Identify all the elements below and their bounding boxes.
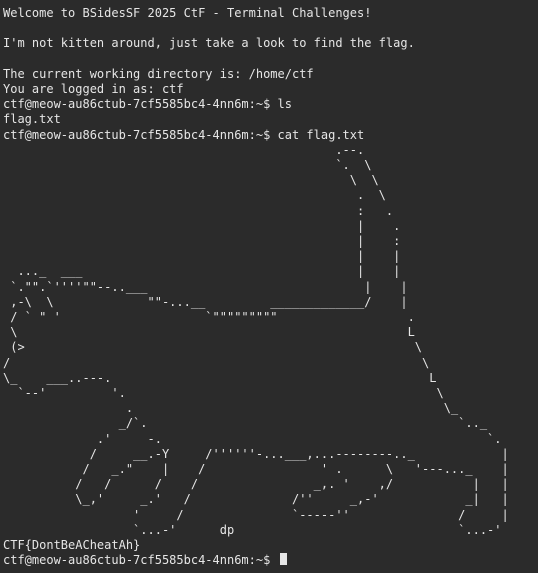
- ascii-cat-art: .--. `. \ \ \ . \: . | . |: | | ..._ _…: [3, 142, 509, 537]
- flag-output: CTF{DontBeACheatAh}: [3, 537, 141, 552]
- cursor-block: [279, 553, 287, 566]
- command-ls: ctf@meow-au86ctub-7cf5585bc4-4nn6m:~$ ls: [3, 97, 292, 112]
- terminal-window[interactable]: Welcome to BSidesSF 2025 CtF - Terminal …: [0, 0, 538, 573]
- prompt-line[interactable]: ctf@meow-au86ctub-7cf5585bc4-4nn6m:~$: [3, 553, 538, 568]
- prompt-text: ctf@meow-au86ctub-7cf5585bc4-4nn6m:~$: [3, 553, 278, 568]
- cwd-line: The current working directory is: /home/…: [3, 66, 314, 81]
- login-line: You are logged in as: ctf: [3, 81, 184, 96]
- tagline: I'm not kitten around, just take a look …: [3, 36, 415, 51]
- command-cat: ctf@meow-au86ctub-7cf5585bc4-4nn6m:~$ ca…: [3, 127, 365, 142]
- ls-output: flag.txt: [3, 112, 61, 127]
- welcome-line: Welcome to BSidesSF 2025 CtF - Terminal …: [3, 6, 372, 20]
